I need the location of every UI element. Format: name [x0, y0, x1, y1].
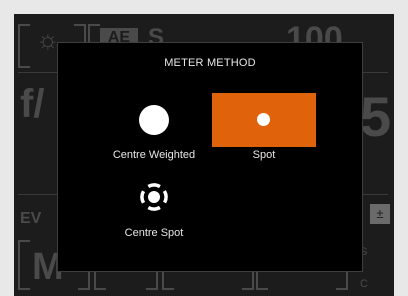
top-left-bracket	[18, 24, 30, 68]
meter-method-dialog: METER METHOD Centre Weighted Spot Centre…	[57, 42, 363, 272]
spot-dot-icon	[257, 113, 270, 126]
mode-bracket-left	[18, 240, 30, 290]
option-centre-weighted-label: Centre Weighted	[112, 149, 196, 161]
aperture-prefix: f/	[20, 82, 45, 126]
dashed-ring-icon	[140, 183, 168, 211]
exposure-compensation-icon: ±	[370, 204, 390, 224]
dialog-title: METER METHOD	[164, 57, 256, 69]
aperture-value: 5	[360, 85, 392, 148]
option-spot[interactable]	[212, 93, 316, 147]
option-spot-label: Spot	[252, 149, 276, 161]
ev-label: EV	[20, 210, 42, 227]
option-centre-spot-label: Centre Spot	[124, 227, 184, 239]
option-centre-spot[interactable]	[102, 173, 206, 227]
option-centre-weighted[interactable]	[102, 93, 206, 147]
filled-circle-icon	[139, 105, 169, 135]
side-letter-c: C	[360, 278, 368, 290]
